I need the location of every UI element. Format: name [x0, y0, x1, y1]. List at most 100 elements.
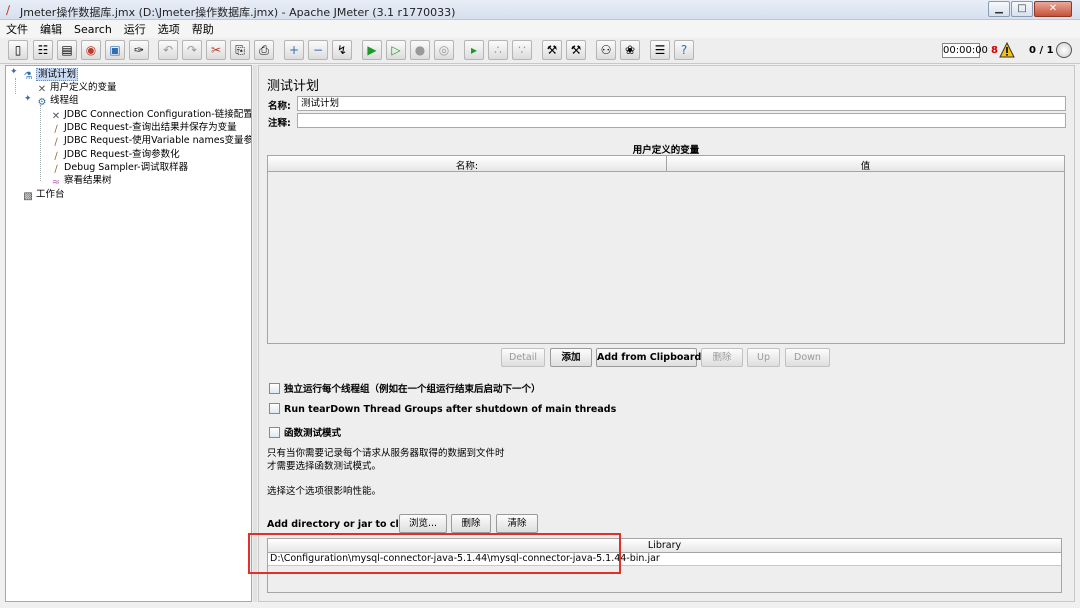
remote-stop-icon[interactable]: ∴ [488, 40, 508, 60]
tree-item-test-plan[interactable]: ⚗ 测试计划 [22, 68, 79, 82]
jmeter-feather-icon: ∕ [6, 3, 11, 17]
menu-options[interactable]: 选项 [158, 21, 180, 37]
redo-icon[interactable]: ↷ [182, 40, 202, 60]
test-plan-tree: ✦ ⚗ 测试计划 ✕ 用户定义的变量 ✦ ⚙ 线程组 ✕ JDBC Connection… [5, 65, 252, 602]
serialize-label: 独立运行每个线程组（例如在一个组运行结束后启动下一个） [284, 384, 541, 395]
remote-hosts-icon[interactable] [1056, 42, 1072, 58]
open-icon[interactable]: ▤ [57, 40, 77, 60]
help-icon[interactable]: ? [674, 40, 694, 60]
expand-toggle-icon[interactable]: ✦ [24, 94, 32, 104]
teardown-option[interactable]: Run tearDown Thread Groups after shutdow… [269, 403, 616, 417]
minimize-button[interactable]: ▁ [988, 1, 1010, 17]
menu-search[interactable]: Search [74, 23, 112, 36]
collapse-icon[interactable]: − [308, 40, 328, 60]
tree-item-jdbc-request-1[interactable]: ∕ JDBC Request-查询出结果并保存为变量 [50, 121, 236, 135]
warning-icon[interactable] [999, 42, 1015, 58]
expand-toggle-icon[interactable]: ✦ [10, 67, 18, 77]
stop-icon[interactable]: ● [410, 40, 430, 60]
tree-line [15, 78, 16, 94]
functional-mode-option[interactable]: 函数测试模式 [269, 425, 341, 439]
tree-item-results-tree[interactable]: ≈ 察看结果树 [50, 174, 112, 188]
name-field[interactable]: 测试计划 [297, 96, 1066, 111]
elapsed-timer: 00:00:00 [942, 43, 988, 58]
tree-item-debug-sampler[interactable]: ∕ Debug Sampler-调试取样器 [50, 161, 188, 175]
copy-icon[interactable]: ⎘ [230, 40, 250, 60]
detail-button[interactable]: Detail [501, 348, 545, 367]
toggle-icon[interactable]: ↯ [332, 40, 352, 60]
performance-note: 选择这个选项很影响性能。 [267, 486, 382, 497]
test-plan-editor: 测试计划 名称: 测试计划 注释: 用户定义的变量 名称: 值 Detail 添… [258, 65, 1075, 602]
tree-item-jdbc-request-3[interactable]: ∕ JDBC Request-查询参数化 [50, 148, 179, 162]
function-helper-icon[interactable]: ☰ [650, 40, 670, 60]
tree-item-thread-group[interactable]: ⚙ 线程组 [36, 94, 79, 108]
cut-icon[interactable]: ✂ [206, 40, 226, 60]
save-as-icon[interactable]: ✑ [129, 40, 149, 60]
comment-field[interactable] [297, 113, 1066, 128]
window-controls: ▁ □ ✕ [987, 1, 1072, 17]
functional-mode-checkbox[interactable] [269, 427, 280, 438]
flask-icon: ⚗ [23, 71, 33, 82]
tree-item-workbench[interactable]: ▧ 工作台 [22, 188, 64, 202]
paste-icon[interactable]: ⎙ [254, 40, 274, 60]
save-icon[interactable]: ▣ [105, 40, 125, 60]
serialize-checkbox[interactable] [269, 383, 280, 394]
remote-shutdown-icon[interactable]: ∵ [512, 40, 532, 60]
clear-classpath-button[interactable]: 清除 [496, 514, 538, 533]
workbench-icon: ▧ [23, 191, 33, 202]
down-button[interactable]: Down [785, 348, 830, 367]
menu-help[interactable]: 帮助 [192, 21, 214, 37]
serialize-threadgroups-option[interactable]: 独立运行每个线程组（例如在一个组运行结束后启动下一个） [269, 381, 541, 395]
col-value-header[interactable]: 值 [667, 158, 1064, 172]
functional-note-2: 才需要选择函数测试模式。 [267, 461, 382, 472]
tree-item-user-vars[interactable]: ✕ 用户定义的变量 [36, 81, 117, 95]
gear-icon: ⚙ [37, 97, 47, 108]
close-button[interactable]: ✕ [1034, 1, 1072, 17]
add-from-clipboard-button[interactable]: Add from Clipboard [596, 348, 701, 367]
menu-bar: 文件 编辑 Search 运行 选项 帮助 [0, 20, 1080, 38]
delete-classpath-button[interactable]: 删除 [451, 514, 491, 533]
menu-edit[interactable]: 编辑 [40, 21, 62, 37]
delete-var-button[interactable]: 删除 [701, 348, 743, 367]
maximize-button[interactable]: □ [1011, 1, 1033, 17]
search-icon[interactable]: ⚇ [596, 40, 616, 60]
templates-icon[interactable]: ☷ [33, 40, 53, 60]
start-icon[interactable]: ▶ [362, 40, 382, 60]
col-name-header[interactable]: 名称: [268, 158, 666, 172]
name-row: 名称: 测试计划 [266, 96, 1066, 112]
menu-file[interactable]: 文件 [6, 21, 28, 37]
menu-run[interactable]: 运行 [124, 21, 146, 37]
undo-icon[interactable]: ↶ [158, 40, 178, 60]
remote-start-icon[interactable]: ▸ [464, 40, 484, 60]
page-title: 测试计划 [267, 79, 320, 94]
clear-all-icon[interactable]: ⚒ [566, 40, 586, 60]
error-count: 8 [991, 45, 998, 56]
clear-icon[interactable]: ⚒ [542, 40, 562, 60]
new-icon[interactable]: ▯ [8, 40, 28, 60]
user-vars-table[interactable]: 名称: 值 [267, 155, 1065, 344]
comment-row: 注释: [266, 113, 1066, 129]
window-title: Jmeter操作数据库.jmx (D:\Jmeter操作数据库.jmx) - A… [20, 6, 456, 19]
tree-item-jdbc-config[interactable]: ✕ JDBC Connection Configuration-链接配置 [50, 108, 251, 122]
tree-item-jdbc-request-2[interactable]: ∕ JDBC Request-使用Variable names变量参数 [50, 134, 251, 148]
name-label: 名称: [268, 101, 291, 112]
close-file-icon[interactable]: ◉ [81, 40, 101, 60]
expand-icon[interactable]: + [284, 40, 304, 60]
shutdown-icon[interactable]: ◎ [434, 40, 454, 60]
functional-note-1: 只有当你需要记录每个请求从服务器取得的数据到文件时 [267, 448, 505, 459]
reset-search-icon[interactable]: ❀ [620, 40, 640, 60]
teardown-checkbox[interactable] [269, 403, 280, 414]
active-threads: 0 / 1 [1029, 45, 1054, 56]
panel-splitter[interactable] [253, 65, 257, 602]
toolbar: ▯ ☷ ▤ ◉ ▣ ✑ ↶ ↷ ✂ ⎘ ⎙ + − ↯ ▶ ▷ ● ◎ ▸ ∴ … [0, 38, 1080, 64]
add-button[interactable]: 添加 [550, 348, 592, 367]
highlight-annotation [248, 533, 621, 574]
functional-mode-label: 函数测试模式 [284, 428, 342, 439]
teardown-label: Run tearDown Thread Groups after shutdow… [284, 404, 617, 415]
browse-button[interactable]: 浏览... [399, 514, 447, 533]
window-title-bar: ∕ Jmeter操作数据库.jmx (D:\Jmeter操作数据库.jmx) -… [0, 0, 1080, 20]
comment-label: 注释: [268, 118, 291, 129]
user-vars-caption: 用户定义的变量 [632, 145, 700, 156]
table-header: 名称: 值 [268, 156, 1064, 172]
start-no-pause-icon[interactable]: ▷ [386, 40, 406, 60]
up-button[interactable]: Up [747, 348, 780, 367]
